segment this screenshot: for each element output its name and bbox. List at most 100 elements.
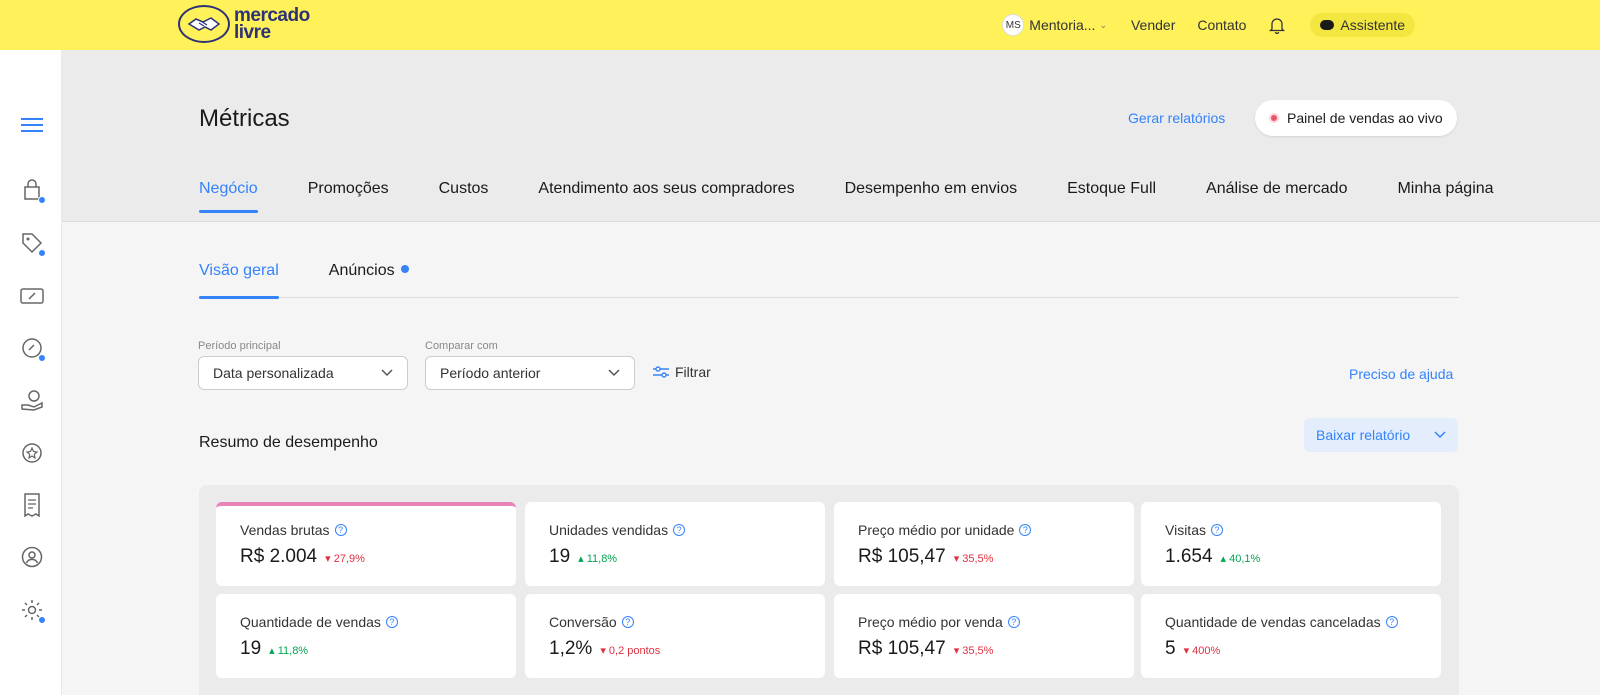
metric-value: 19 bbox=[240, 638, 262, 659]
period-label: Período principal bbox=[198, 340, 281, 352]
metric-value: 1.654 bbox=[1165, 546, 1213, 567]
tab-custos[interactable]: Custos bbox=[439, 180, 489, 212]
summary-title: Resumo de desempenho bbox=[199, 434, 378, 451]
compare-label: Comparar com bbox=[425, 340, 498, 352]
metric-card-preco-medio-venda[interactable]: Preço médio por venda? R$ 105,47 ▾ 35,5% bbox=[834, 594, 1134, 678]
menu-icon[interactable] bbox=[20, 113, 44, 137]
avatar: MS bbox=[1002, 14, 1025, 36]
live-sales-panel-label: Painel de vendas ao vivo bbox=[1287, 110, 1443, 126]
notification-dot bbox=[38, 196, 46, 204]
user-menu[interactable]: MS Mentoria... ⌄ bbox=[1002, 14, 1107, 36]
metric-card-preco-medio-unidade[interactable]: Preço médio por unidade? R$ 105,47 ▾ 35,5… bbox=[834, 502, 1134, 586]
metric-value: 19 bbox=[549, 546, 571, 567]
paperclip-icon[interactable] bbox=[20, 336, 46, 362]
subtab-anuncios-label: Anúncios bbox=[328, 262, 395, 279]
sub-tabs: Visão geral Anúncios bbox=[199, 262, 1459, 299]
live-sales-panel-button[interactable]: Painel de vendas ao vivo bbox=[1255, 100, 1457, 136]
chevron-down-icon: ⌄ bbox=[1099, 19, 1107, 30]
help-icon[interactable]: ? bbox=[1210, 524, 1223, 536]
metric-delta: ▴ 40,1% bbox=[1220, 553, 1261, 565]
gear-icon[interactable] bbox=[20, 598, 46, 624]
metric-card-quantidade-vendas[interactable]: Quantidade de vendas? 19 ▴ 11,8% bbox=[216, 594, 516, 678]
tab-estoque-full[interactable]: Estoque Full bbox=[1067, 180, 1156, 212]
help-icon[interactable]: ? bbox=[1385, 616, 1398, 628]
metrics-cards: Vendas brutas? R$ 2.004 ▾ 27,9% Unidades … bbox=[199, 485, 1459, 695]
assistant-label: Assistente bbox=[1340, 17, 1405, 33]
tag-icon[interactable] bbox=[20, 231, 46, 257]
metric-label: Quantidade de vendas bbox=[240, 614, 381, 630]
bag-icon[interactable] bbox=[20, 178, 46, 204]
tab-desempenho-envios[interactable]: Desempenho em envios bbox=[845, 180, 1018, 212]
metric-label: Preço médio por unidade bbox=[858, 522, 1015, 538]
nav-link-contato[interactable]: Contato bbox=[1197, 17, 1246, 33]
metric-delta: ▴ 11,8% bbox=[269, 645, 309, 657]
help-icon[interactable]: ? bbox=[673, 524, 686, 536]
metric-label: Conversão bbox=[549, 614, 617, 630]
metric-delta: ▾ 35,5% bbox=[953, 645, 994, 657]
chevron-down-icon bbox=[608, 369, 620, 377]
subtab-anuncios[interactable]: Anúncios bbox=[329, 262, 409, 298]
metric-card-conversao[interactable]: Conversão? 1,2% ▾ 0,2 pontos bbox=[525, 594, 825, 678]
mercado-livre-logo[interactable]: mercado livre bbox=[178, 5, 310, 43]
download-report-label: Baixar relatório bbox=[1316, 427, 1411, 443]
tab-negocio[interactable]: Negócio bbox=[199, 180, 258, 213]
star-badge-icon[interactable] bbox=[20, 441, 44, 465]
metric-card-unidades-vendidas[interactable]: Unidades vendidas? 19 ▴ 11,8% bbox=[525, 502, 825, 586]
metric-delta: ▴ 11,8% bbox=[578, 553, 618, 565]
help-icon[interactable]: ? bbox=[334, 524, 347, 536]
metric-value: 5 bbox=[1165, 638, 1176, 659]
main-tabs: Negócio Promoções Custos Atendimento aos… bbox=[199, 180, 1544, 213]
metric-card-vendas-brutas[interactable]: Vendas brutas? R$ 2.004 ▾ 27,9% bbox=[216, 502, 516, 586]
metric-label: Unidades vendidas bbox=[549, 522, 669, 538]
compare-select[interactable]: Período anterior bbox=[425, 356, 635, 390]
notification-dot bbox=[400, 264, 409, 273]
period-value: Data personalizada bbox=[213, 365, 334, 381]
metric-value: R$ 105,47 bbox=[858, 638, 946, 659]
metric-card-visitas[interactable]: Visitas? 1.654 ▴ 40,1% bbox=[1141, 502, 1441, 586]
notification-dot bbox=[38, 249, 46, 257]
logo-text-line2: livre bbox=[234, 22, 271, 43]
subtab-visao-geral-label: Visão geral bbox=[199, 262, 279, 279]
generate-reports-link[interactable]: Gerar relatórios bbox=[1128, 110, 1225, 126]
period-field: Período principal Data personalizada bbox=[198, 340, 408, 390]
compare-field: Comparar com Período anterior bbox=[425, 340, 635, 390]
receipt-icon[interactable] bbox=[20, 493, 44, 517]
user-circle-icon[interactable] bbox=[20, 545, 44, 569]
page-header: Métricas Gerar relatórios Painel de vend… bbox=[62, 50, 1600, 222]
user-name: Mentoria... bbox=[1029, 17, 1096, 33]
sliders-icon bbox=[653, 366, 669, 378]
assistant-button[interactable]: Assistente bbox=[1310, 13, 1415, 37]
tab-minha-pagina[interactable]: Minha página bbox=[1397, 180, 1493, 212]
tab-atendimento[interactable]: Atendimento aos seus compradores bbox=[538, 180, 794, 212]
help-link[interactable]: Preciso de ajuda bbox=[1349, 366, 1453, 382]
ticket-icon[interactable] bbox=[20, 284, 44, 308]
metric-label: Visitas bbox=[1165, 522, 1206, 538]
metric-value: R$ 105,47 bbox=[858, 546, 946, 567]
download-report-button[interactable]: Baixar relatório bbox=[1304, 418, 1458, 452]
help-icon[interactable]: ? bbox=[621, 616, 634, 628]
metric-label: Vendas brutas bbox=[240, 522, 330, 538]
bell-icon[interactable] bbox=[1268, 16, 1286, 34]
help-icon[interactable]: ? bbox=[385, 616, 398, 628]
money-hand-icon[interactable] bbox=[20, 388, 44, 412]
chevron-down-icon bbox=[1434, 431, 1446, 439]
page-title: Métricas bbox=[199, 105, 290, 132]
help-icon[interactable]: ? bbox=[1019, 524, 1032, 536]
help-icon[interactable]: ? bbox=[1007, 616, 1020, 628]
period-select[interactable]: Data personalizada bbox=[198, 356, 408, 390]
live-indicator-icon bbox=[1269, 113, 1279, 123]
sidebar bbox=[0, 50, 62, 695]
tab-promocoes[interactable]: Promoções bbox=[308, 180, 389, 212]
metric-card-vendas-canceladas[interactable]: Quantidade de vendas canceladas? 5 ▾ 400% bbox=[1141, 594, 1441, 678]
top-bar: mercado livre MS Mentoria... ⌄ Vender Co… bbox=[0, 0, 1600, 50]
metric-delta: ▾ 35,5% bbox=[953, 553, 994, 565]
metric-label: Preço médio por venda bbox=[858, 614, 1003, 630]
tab-analise-mercado[interactable]: Análise de mercado bbox=[1206, 180, 1347, 212]
subtab-visao-geral[interactable]: Visão geral bbox=[199, 262, 279, 299]
top-nav: MS Mentoria... ⌄ Vender Contato Assisten… bbox=[1002, 0, 1415, 50]
nav-link-vender[interactable]: Vender bbox=[1131, 17, 1175, 33]
handshake-icon bbox=[178, 5, 230, 43]
filter-button[interactable]: Filtrar bbox=[653, 364, 711, 380]
metric-value: 1,2% bbox=[549, 638, 593, 659]
compare-value: Período anterior bbox=[440, 365, 541, 381]
